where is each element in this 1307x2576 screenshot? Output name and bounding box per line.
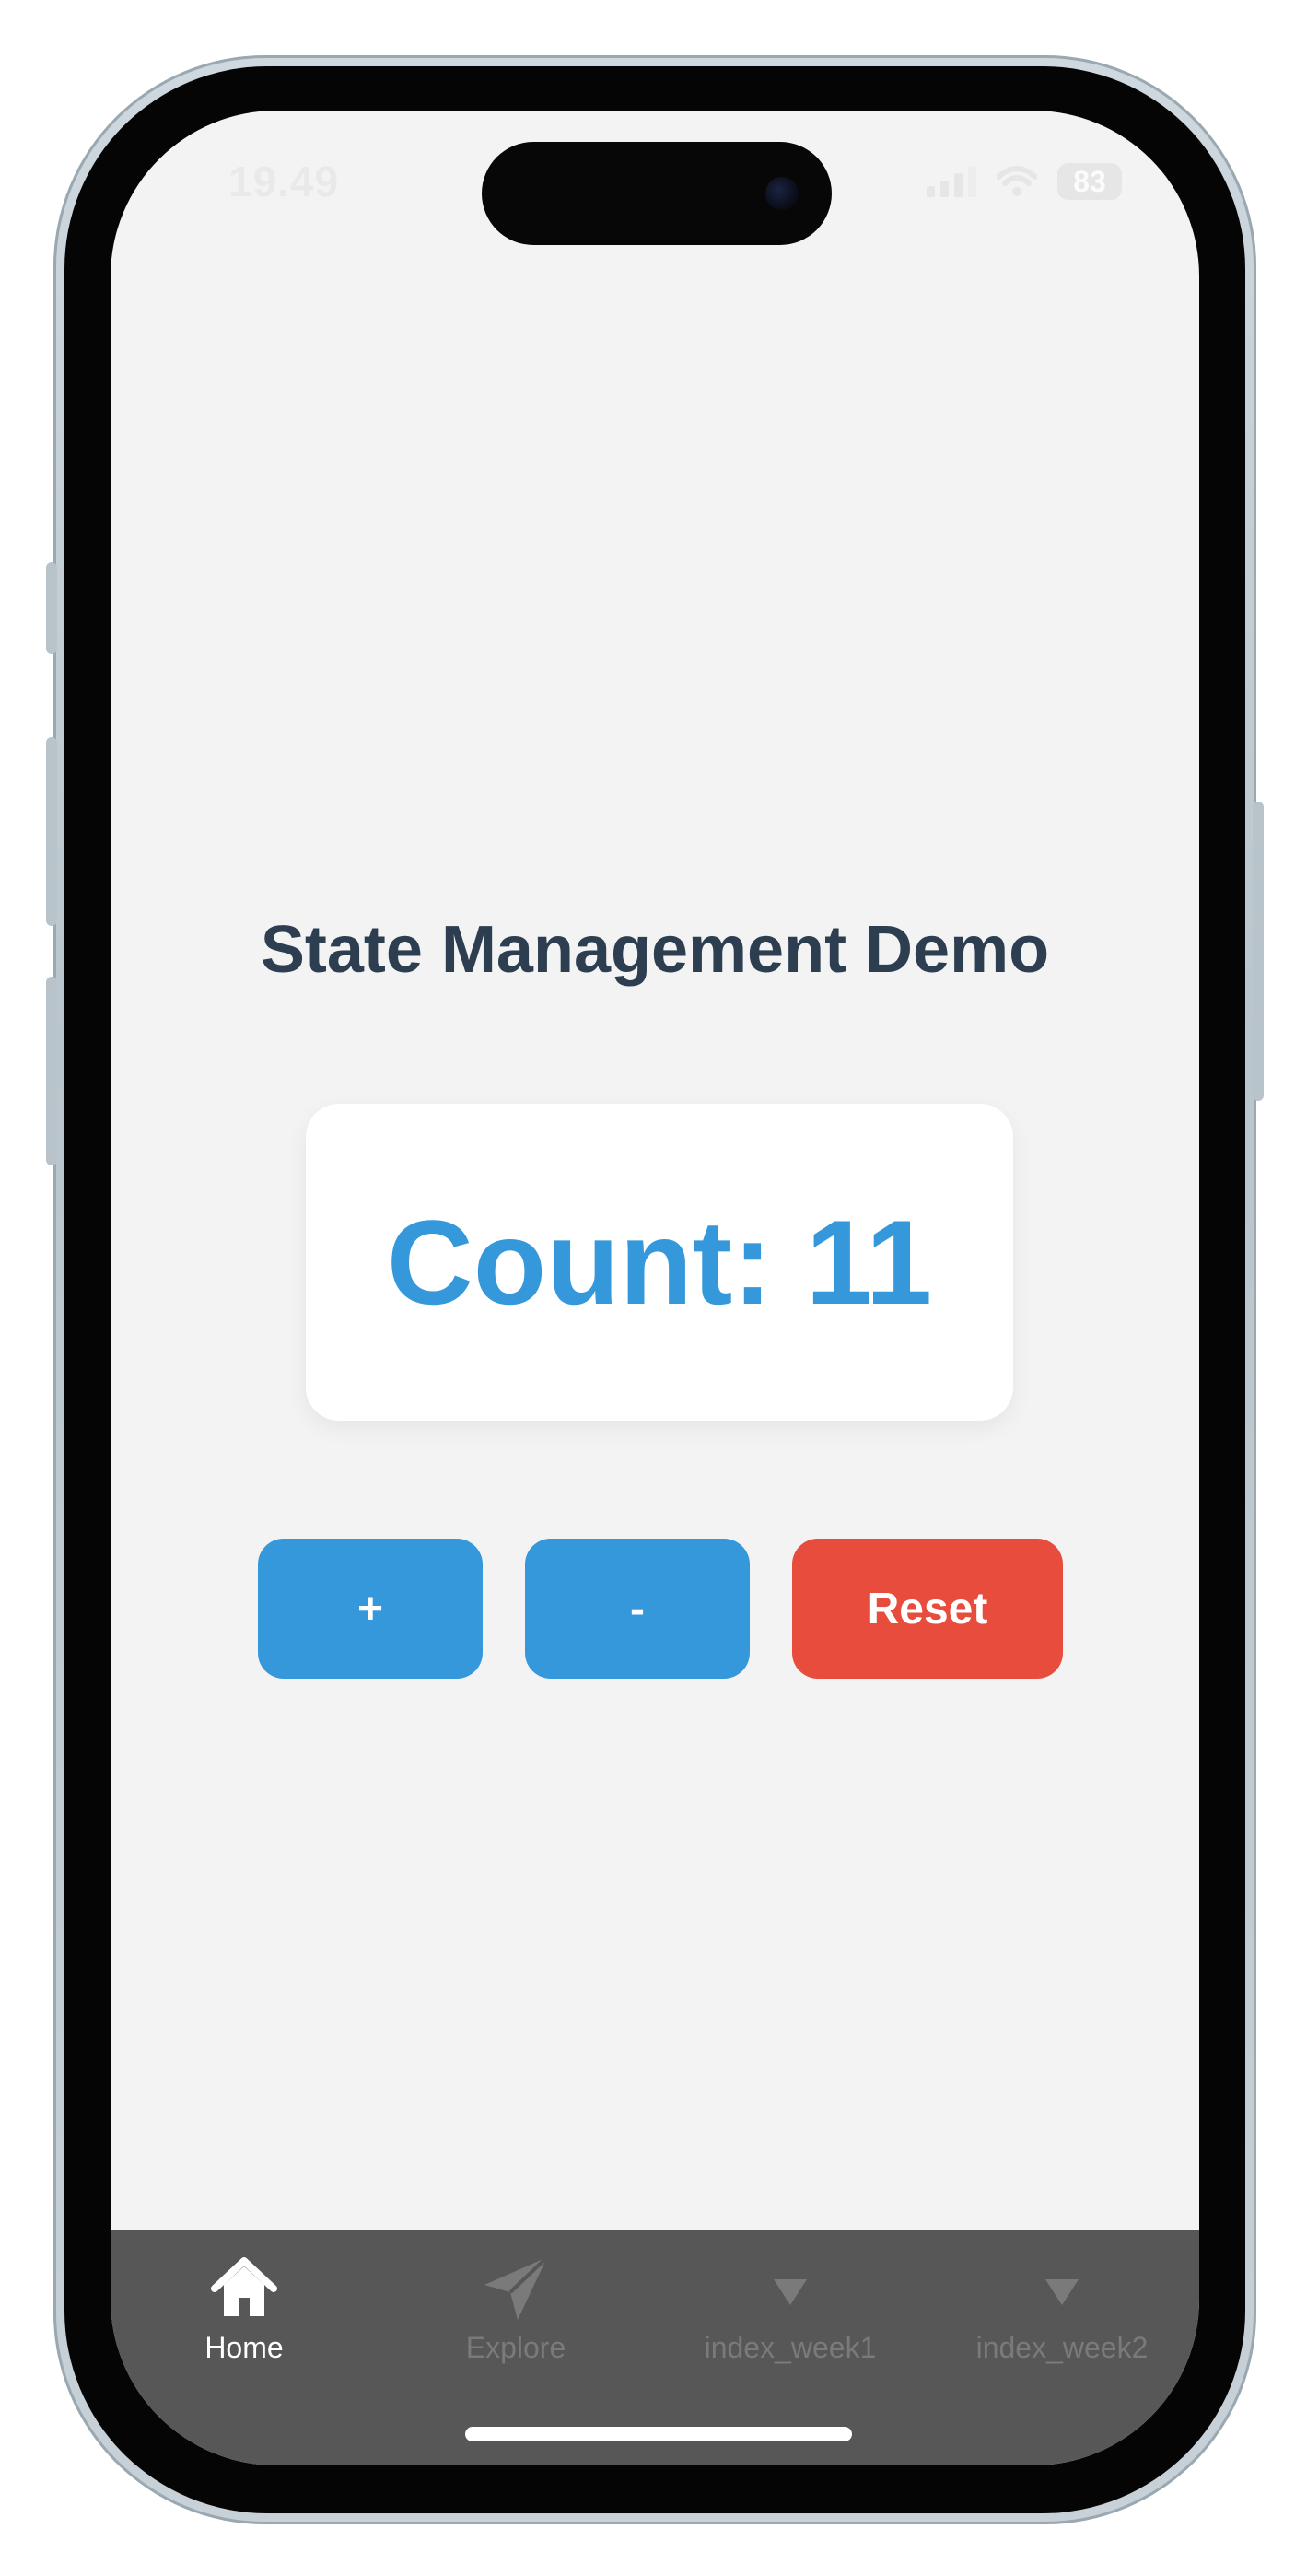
page-title: State Management Demo bbox=[260, 913, 1050, 987]
tab-index-week1-label: index_week1 bbox=[704, 2331, 877, 2364]
count-display: Count: 11 bbox=[386, 1195, 933, 1329]
reset-button[interactable]: Reset bbox=[792, 1539, 1063, 1679]
tab-index-week2-label: index_week2 bbox=[975, 2331, 1149, 2364]
app-screen: 19.49 83 State Management Demo Count: 11… bbox=[111, 111, 1199, 2465]
home-icon bbox=[211, 2257, 277, 2316]
power-button bbox=[1253, 802, 1264, 1101]
home-indicator[interactable] bbox=[465, 2427, 852, 2441]
status-time: 19.49 bbox=[228, 158, 340, 205]
dynamic-island bbox=[482, 142, 832, 245]
status-bar: 19.49 83 bbox=[111, 111, 1199, 258]
tab-explore-label: Explore bbox=[465, 2331, 566, 2364]
decrement-button[interactable]: - bbox=[525, 1539, 750, 1679]
tab-explore[interactable]: Explore bbox=[382, 2252, 649, 2381]
triangle-down-icon bbox=[1045, 2279, 1079, 2305]
battery-icon: 83 bbox=[1057, 163, 1122, 200]
tab-home[interactable]: Home bbox=[111, 2252, 378, 2381]
action-button bbox=[46, 562, 57, 654]
tab-index-week2[interactable]: index_week2 bbox=[928, 2252, 1196, 2381]
increment-button[interactable]: + bbox=[258, 1539, 483, 1679]
signal-icon bbox=[927, 166, 976, 197]
tab-home-label: Home bbox=[204, 2331, 284, 2364]
count-card: Count: 11 bbox=[306, 1104, 1013, 1421]
status-indicators: 83 bbox=[927, 158, 1122, 205]
tab-index-week1[interactable]: index_week1 bbox=[657, 2252, 924, 2381]
paper-plane-icon bbox=[484, 2255, 549, 2320]
volume-down-button bbox=[46, 977, 57, 1165]
triangle-down-icon bbox=[774, 2279, 807, 2305]
wifi-icon bbox=[997, 166, 1037, 196]
battery-level: 83 bbox=[1073, 164, 1106, 198]
volume-up-button bbox=[46, 737, 57, 926]
tab-bar: Home Explore index_week1 index_week2 bbox=[111, 2230, 1199, 2465]
camera-icon bbox=[765, 177, 799, 210]
